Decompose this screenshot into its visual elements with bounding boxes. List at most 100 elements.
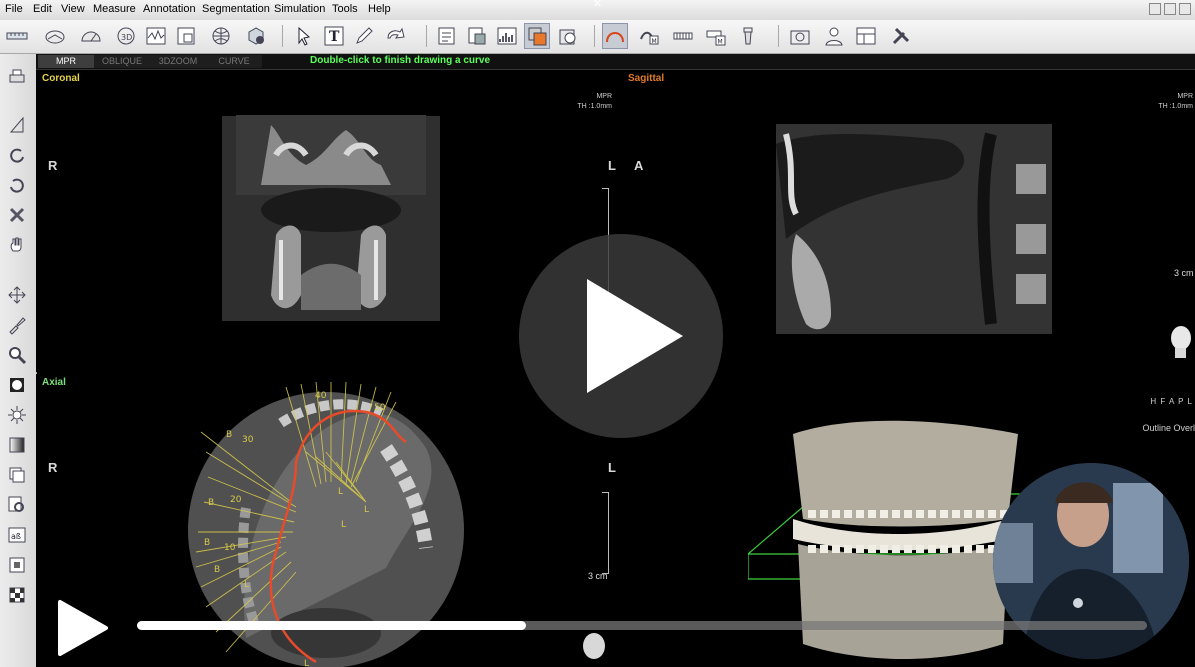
- report-icon[interactable]: [434, 23, 460, 49]
- head-orientation-icon: [1171, 326, 1191, 358]
- arch-label: L: [304, 659, 309, 667]
- overlay-icon[interactable]: [524, 23, 550, 49]
- roi-icon[interactable]: [173, 23, 199, 49]
- window-close-button[interactable]: [1179, 3, 1191, 15]
- orient-right: L: [608, 460, 616, 475]
- status-message: Double-click to finish drawing a curve: [310, 55, 491, 66]
- invert-icon[interactable]: aß: [4, 522, 30, 548]
- orient-anterior: A: [634, 158, 644, 173]
- scale-label: 3 cm: [588, 571, 608, 581]
- implant-library-icon[interactable]: M: [703, 23, 729, 49]
- orientation-label: H F A P L: [1150, 397, 1193, 406]
- layout-icon[interactable]: [853, 23, 879, 49]
- view-tabs: MPR OBLIQUE 3DZOOM CURVE Double-click to…: [36, 54, 1195, 70]
- tab-curve[interactable]: CURVE: [206, 55, 262, 68]
- orient-right: L: [608, 158, 616, 173]
- video-progress-fill: [137, 621, 526, 630]
- menu-view[interactable]: View: [61, 3, 85, 15]
- nerve-marking-icon[interactable]: M: [636, 23, 662, 49]
- menu-segmentation[interactable]: Segmentation: [202, 3, 270, 15]
- menu-help[interactable]: Help: [368, 3, 391, 15]
- arch-label: B: [226, 430, 232, 440]
- capture-icon[interactable]: [464, 23, 490, 49]
- pan-icon[interactable]: [4, 232, 30, 258]
- text-icon[interactable]: T: [321, 23, 347, 49]
- print-icon[interactable]: [4, 64, 30, 90]
- rotate-ccw-icon[interactable]: [4, 142, 30, 168]
- volume-3d-icon[interactable]: 3D: [113, 23, 139, 49]
- arrow-icon[interactable]: [383, 23, 409, 49]
- menu-measure[interactable]: Measure: [93, 3, 136, 15]
- menu-annotation[interactable]: Annotation: [143, 3, 196, 15]
- svg-text:M: M: [652, 38, 657, 45]
- reset-icon[interactable]: [4, 552, 30, 578]
- brush-icon[interactable]: [4, 312, 30, 338]
- menu-simulation[interactable]: Simulation: [274, 3, 325, 15]
- arch-label: 20: [230, 495, 242, 505]
- tab-3dzoom[interactable]: 3DZOOM: [150, 55, 206, 68]
- snapshot-icon[interactable]: [787, 23, 813, 49]
- histogram-icon[interactable]: [494, 23, 520, 49]
- pane-title-sagittal: Sagittal: [628, 73, 665, 84]
- scale-label: 3 cm: [1174, 268, 1194, 278]
- curve-icon[interactable]: [602, 23, 628, 49]
- tab-mpr[interactable]: MPR: [38, 55, 94, 68]
- cube-icon[interactable]: [243, 23, 269, 49]
- play-button-small[interactable]: [52, 598, 112, 658]
- layers-icon[interactable]: [4, 462, 30, 488]
- arch-label: L: [244, 580, 249, 590]
- patient-icon[interactable]: [821, 23, 847, 49]
- play-button-large[interactable]: [519, 234, 723, 438]
- delete-icon[interactable]: [4, 202, 30, 228]
- angle-icon[interactable]: [42, 23, 68, 49]
- panoramic-icon[interactable]: [670, 23, 696, 49]
- left-toolbar: aß: [0, 54, 37, 667]
- svg-text:aß: aß: [11, 532, 21, 541]
- pencil-icon[interactable]: [351, 23, 377, 49]
- svg-text:3D: 3D: [121, 33, 132, 42]
- close-icon[interactable]: ×: [593, 0, 602, 12]
- menu-edit[interactable]: Edit: [33, 3, 52, 15]
- profile-icon[interactable]: [143, 23, 169, 49]
- tab-oblique[interactable]: OBLIQUE: [94, 55, 150, 68]
- menu-bar: File Edit View Measure Annotation Segmen…: [0, 0, 1195, 21]
- reset-view-icon[interactable]: [555, 23, 581, 49]
- checker-icon[interactable]: [4, 582, 30, 608]
- pointer-icon[interactable]: [291, 23, 317, 49]
- zoom-icon[interactable]: [4, 342, 30, 368]
- gradient-icon[interactable]: [4, 432, 30, 458]
- arch-label: 10: [224, 543, 236, 553]
- tools-icon[interactable]: [888, 23, 914, 49]
- pane-title-coronal: Coronal: [42, 73, 80, 84]
- contrast-icon[interactable]: [4, 372, 30, 398]
- toolbar-separator: [594, 25, 595, 47]
- restore-button[interactable]: [1164, 3, 1176, 15]
- arch-label: 30: [242, 435, 254, 445]
- arch-label: L: [341, 520, 346, 530]
- rotate-cw-icon[interactable]: [4, 172, 30, 198]
- protractor-icon[interactable]: [78, 23, 104, 49]
- head-orientation-icon: [583, 633, 605, 659]
- menu-tools[interactable]: Tools: [332, 3, 358, 15]
- main-toolbar: 3D T M M: [0, 20, 1195, 54]
- globe-icon[interactable]: [208, 23, 234, 49]
- arch-label: L: [338, 487, 343, 497]
- triangle-icon[interactable]: [4, 112, 30, 138]
- sagittal-ct-image: [776, 124, 1052, 334]
- coronal-ct-image: [222, 115, 440, 321]
- arch-label: 40: [315, 391, 327, 401]
- menu-file[interactable]: File: [5, 3, 23, 15]
- ruler-icon[interactable]: [4, 23, 30, 49]
- scale-bar: [602, 492, 609, 574]
- move-icon[interactable]: [4, 282, 30, 308]
- pane-title-axial: Axial: [42, 377, 66, 388]
- toolbar-separator: [426, 25, 427, 47]
- slice-info: MPR TH :1.0mm: [577, 93, 612, 110]
- text-tool-glyph: T: [329, 29, 340, 45]
- video-seek-bar[interactable]: [137, 621, 1147, 630]
- minimize-button[interactable]: [1149, 3, 1161, 15]
- crown-icon[interactable]: [735, 23, 761, 49]
- brightness-icon[interactable]: [4, 402, 30, 428]
- orient-left: R: [48, 460, 58, 475]
- find-icon[interactable]: [4, 492, 30, 518]
